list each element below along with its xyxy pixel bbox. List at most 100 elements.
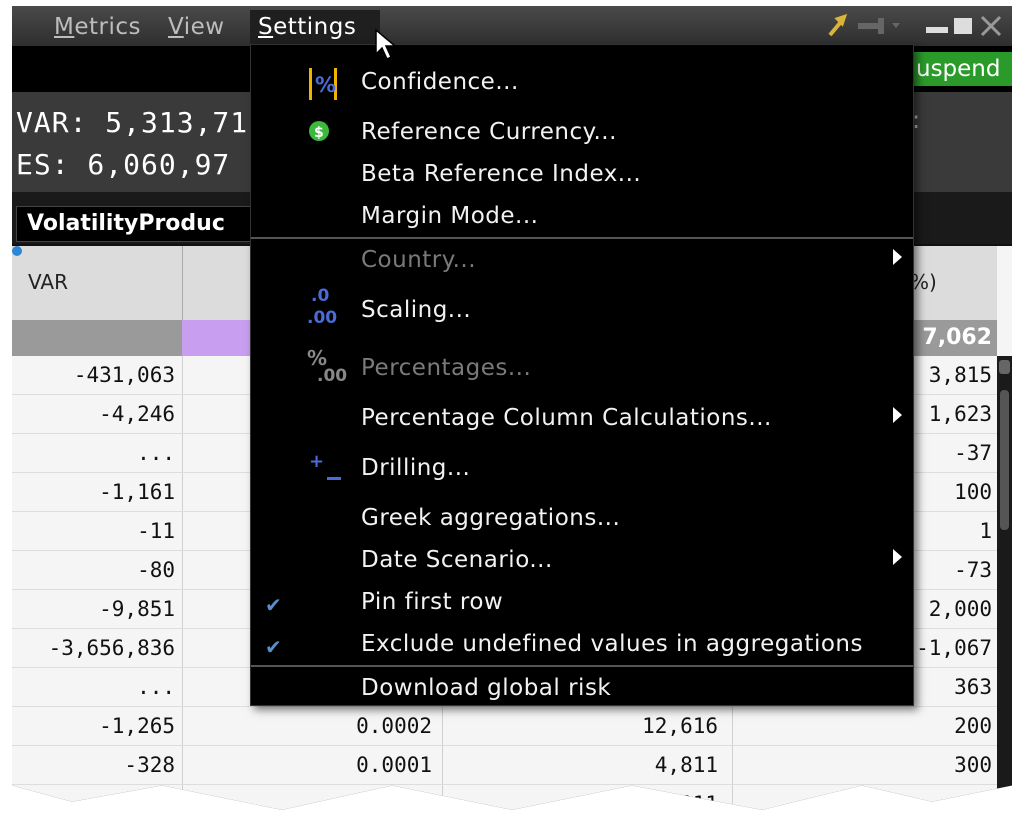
column-divider [732, 785, 733, 810]
table-row[interactable]: -1,265 0.0002 12,616 200 [12, 707, 997, 746]
pin-icon[interactable] [858, 18, 900, 34]
column-header-var[interactable]: VAR [28, 270, 68, 294]
column-divider [442, 746, 443, 784]
glyph: .00 [307, 308, 337, 328]
menu-item-exclude-undefined-values-in-aggregations[interactable]: ✔ Exclude undefined values in aggregation… [251, 625, 913, 665]
column-divider [442, 707, 443, 745]
table-cell: 200 [954, 714, 992, 738]
column-divider [182, 434, 183, 472]
menu-item-label: Confidence... [361, 69, 519, 95]
menu-item-date-scenario[interactable]: Date Scenario... [251, 541, 913, 581]
menu-settings-rest: ettings [273, 14, 357, 40]
mnemonic: S [258, 14, 274, 40]
menu-item-label: Greek aggregations... [361, 505, 621, 531]
column-divider [182, 551, 183, 589]
checkmark-icon: ✔ [265, 635, 282, 659]
column-divider [732, 707, 733, 745]
menu-item-label: Beta Reference Index... [361, 161, 642, 187]
menu-item-reference-currency[interactable]: $ Reference Currency... [251, 113, 913, 153]
menu-item-country[interactable]: Country... [251, 241, 913, 281]
mouse-cursor-icon [374, 28, 400, 66]
menu-item-label: Scaling... [361, 297, 472, 323]
table-cell: -1,265 [99, 714, 175, 738]
currency-icon: $ [307, 117, 339, 153]
menu-item-label: Date Scenario... [361, 547, 553, 573]
minimize-icon[interactable] [926, 27, 948, 33]
vertical-scrollbar[interactable] [997, 356, 1012, 810]
table-cell: 4,811 [654, 753, 718, 777]
menu-item-pin-first-row[interactable]: ✔ Pin first row [251, 583, 913, 623]
decimal-scaling-icon: .0.00 [307, 286, 347, 339]
glyph: .00 [317, 366, 347, 386]
glyph: + [309, 453, 324, 472]
table-cell: 0.0 [394, 792, 432, 816]
table-cell: -328 [124, 753, 175, 777]
es-value: ES: 6,060,97 [16, 148, 231, 181]
table-cell: -9,851 [99, 597, 175, 621]
table-cell: -80 [137, 558, 175, 582]
settings-dropdown-menu: % Confidence... $ Reference Currency... Beta… [250, 44, 914, 706]
menu-item-margin-mode[interactable]: Margin Mode... [251, 197, 913, 237]
table-cell: 0.0001 [356, 753, 432, 777]
glyph: $ [314, 125, 324, 141]
table-cell: 8,011 [654, 792, 718, 816]
menu-metrics[interactable]: Metrics [54, 14, 141, 40]
menu-view[interactable]: View [168, 14, 225, 40]
tab-volatility-products[interactable]: VolatilityProduc [16, 206, 268, 242]
table-cell: 12,616 [642, 714, 718, 738]
column-divider [182, 707, 183, 745]
column-divider [182, 668, 183, 706]
menu-item-label: Reference Currency... [361, 119, 617, 145]
column-header-percent[interactable]: %) [910, 270, 937, 294]
menu-item-download-global-risk[interactable]: Download global risk [251, 669, 913, 709]
menu-item-label: Percentage Column Calculations... [361, 405, 772, 431]
menu-item-confidence[interactable]: % Confidence... [251, 63, 913, 103]
blue-dot-icon [12, 246, 22, 256]
menu-item-greek-aggregations[interactable]: Greek aggregations... [251, 499, 913, 539]
submenu-arrow-icon [893, 407, 902, 423]
table-cell: 0.0002 [356, 714, 432, 738]
column-divider [182, 590, 183, 628]
table-row[interactable]: 0.0 8,011 [12, 785, 997, 816]
column-divider [182, 512, 183, 550]
menu-settings[interactable]: Settings [250, 10, 380, 44]
window-controls [818, 13, 1008, 45]
column-divider [182, 629, 183, 667]
scroll-thumb[interactable] [1000, 390, 1009, 530]
menu-item-label: Drilling... [361, 455, 471, 481]
mnemonic: V [168, 14, 184, 40]
table-cell: -11 [137, 519, 175, 543]
menu-item-scaling[interactable]: .0 .00 Scaling... [251, 286, 913, 331]
menu-item-label: Pin first row [361, 589, 504, 615]
glyph: .0 [311, 287, 329, 306]
column-divider [182, 356, 183, 394]
risk-navigator-window: Metrics View Settings uspend VAR: 5,313,… [12, 6, 1012, 816]
percent-icon: % [307, 67, 339, 105]
scroll-up-icon[interactable] [999, 360, 1010, 374]
menu-separator [251, 237, 913, 239]
wrench-icon[interactable] [828, 13, 848, 37]
table-cell: -431,063 [73, 363, 175, 387]
table-cell: ... [137, 675, 175, 699]
column-divider [182, 246, 183, 320]
maximize-icon[interactable] [954, 18, 972, 34]
close-icon[interactable] [980, 15, 1002, 37]
table-cell: ... [137, 441, 175, 465]
menu-bar: Metrics View Settings [12, 6, 1012, 46]
menu-item-label: Exclude undefined values in aggregations [361, 631, 863, 657]
menu-item-percentage-column-calculations[interactable]: Percentage Column Calculations... [251, 399, 913, 439]
table-row[interactable]: -328 0.0001 4,811 300 [12, 746, 997, 785]
column-divider [442, 785, 443, 810]
drilling-icon: + [307, 451, 347, 493]
glyph: % [315, 73, 336, 97]
column-divider [182, 395, 183, 433]
menu-item-drilling[interactable]: + Drilling... [251, 449, 913, 489]
suspend-button[interactable]: uspend [908, 52, 1012, 86]
submenu-arrow-icon [893, 549, 902, 565]
menu-item-beta-reference-index[interactable]: Beta Reference Index... [251, 155, 913, 195]
column-divider [182, 473, 183, 511]
menu-item-percentages[interactable]: % .00 Percentages... [251, 346, 913, 389]
table-cell: -3,656,836 [48, 636, 175, 660]
menu-item-label: Download global risk [361, 675, 612, 701]
menu-item-label: Margin Mode... [361, 203, 539, 229]
